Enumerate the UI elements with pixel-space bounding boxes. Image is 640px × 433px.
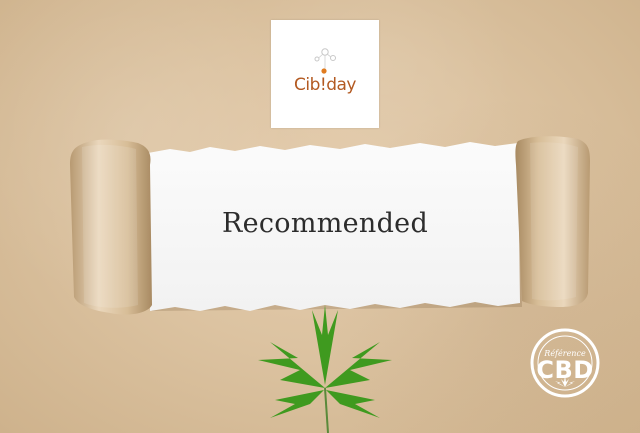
badge-cbd-text: CBD: [536, 356, 594, 384]
recommended-label: Recommended: [221, 208, 429, 239]
promo-image: Cib!day Recommended Référence CBD: [0, 0, 640, 433]
brand-logo-box: Cib!day: [271, 20, 379, 128]
cannabis-leaf-icon: [258, 305, 392, 433]
brand-logo-text: Cib!day: [294, 75, 356, 95]
molecule-icon: [314, 48, 336, 74]
